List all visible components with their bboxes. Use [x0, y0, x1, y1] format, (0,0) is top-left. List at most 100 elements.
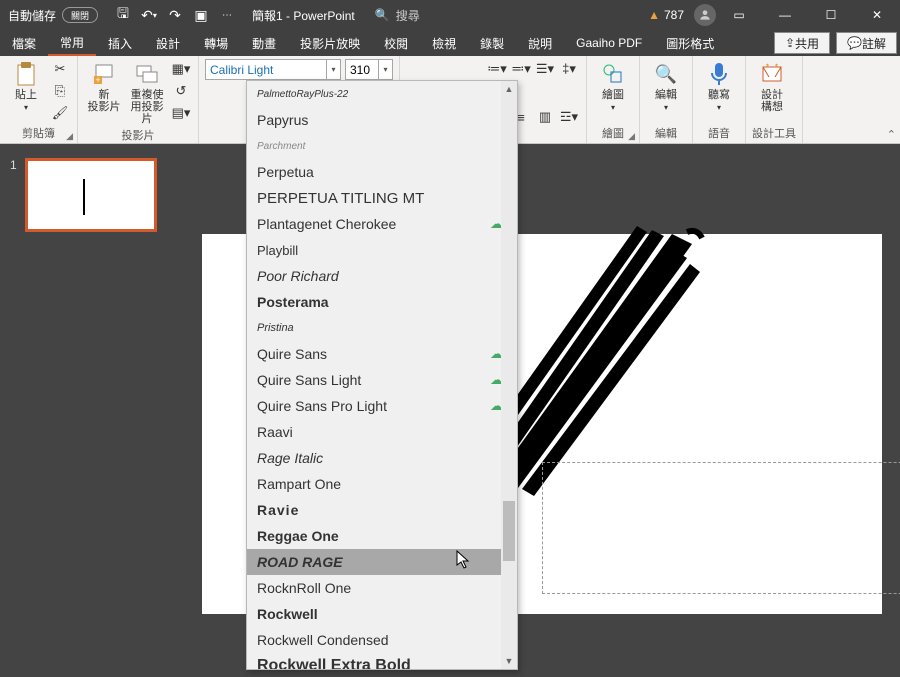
- collapse-ribbon-icon[interactable]: ⌃: [887, 128, 896, 141]
- qat-more-icon[interactable]: ⋯: [216, 4, 238, 26]
- format-painter-icon[interactable]: 🖌: [49, 103, 71, 123]
- start-slideshow-icon[interactable]: ▣: [190, 4, 212, 26]
- account-avatar[interactable]: [694, 4, 716, 26]
- font-option[interactable]: Posterama: [247, 289, 517, 315]
- font-option-label: Quire Sans: [257, 346, 327, 362]
- font-option[interactable]: Rockwell Condensed: [247, 627, 517, 653]
- numbering-icon[interactable]: ≕▾: [510, 59, 532, 79]
- tab-檢視[interactable]: 檢視: [420, 30, 468, 56]
- group-designer: 設計 構想 設計工具: [746, 56, 803, 143]
- drawing-button[interactable]: 繪圖▾: [593, 59, 633, 115]
- scrollbar-thumb[interactable]: [503, 501, 515, 561]
- undo-icon[interactable]: ↶▾: [138, 4, 160, 26]
- font-option[interactable]: Playbill: [247, 237, 517, 263]
- font-option[interactable]: Quire Sans Light☁: [247, 367, 517, 393]
- save-icon[interactable]: 🖫: [112, 4, 134, 26]
- font-option[interactable]: RocknRoll One: [247, 575, 517, 601]
- scroll-up-icon[interactable]: ▲: [501, 81, 517, 97]
- thumbnail-1[interactable]: 1: [10, 158, 170, 232]
- font-name-dropdown[interactable]: ▾: [327, 59, 341, 80]
- ribbon-display-icon[interactable]: ▭: [716, 0, 762, 30]
- section-icon[interactable]: ▤▾: [170, 103, 192, 123]
- tab-校閱[interactable]: 校閱: [372, 30, 420, 56]
- tab-圖形格式[interactable]: 圖形格式: [654, 30, 726, 56]
- font-option-label: Posterama: [257, 294, 329, 310]
- font-option[interactable]: Rockwell: [247, 601, 517, 627]
- font-option[interactable]: Rage Italic: [247, 445, 517, 471]
- font-option-label: Quire Sans Light: [257, 372, 361, 388]
- maximize-button[interactable]: ☐: [808, 0, 854, 30]
- font-option[interactable]: PERPETUA TITLING MT: [247, 185, 517, 211]
- search-box[interactable]: 🔍 搜尋: [375, 7, 420, 24]
- copy-icon[interactable]: ⎘: [49, 81, 71, 101]
- tab-投影片放映[interactable]: 投影片放映: [288, 30, 372, 56]
- font-option[interactable]: Parchment: [247, 133, 517, 159]
- slide-thumbnails: 1: [0, 144, 180, 677]
- font-option[interactable]: Poor Richard: [247, 263, 517, 289]
- indent-icon[interactable]: ☰▾: [534, 59, 556, 79]
- tab-Gaaiho PDF[interactable]: Gaaiho PDF: [564, 30, 654, 56]
- font-option[interactable]: Quire Sans Pro Light☁: [247, 393, 517, 419]
- scrollbar[interactable]: ▲ ▼: [501, 81, 517, 669]
- design-ideas-button[interactable]: 設計 構想: [752, 59, 792, 115]
- font-option[interactable]: Rampart One: [247, 471, 517, 497]
- font-option[interactable]: Perpetua: [247, 159, 517, 185]
- font-option[interactable]: PalmettoRayPlus-22: [247, 81, 517, 107]
- smartart-icon[interactable]: ☲▾: [558, 107, 580, 127]
- text-placeholder[interactable]: [542, 462, 900, 594]
- license-warning[interactable]: ▲ 787: [638, 8, 694, 22]
- font-option[interactable]: Quire Sans☁: [247, 341, 517, 367]
- columns-icon[interactable]: ▥: [534, 107, 556, 127]
- tab-動畫[interactable]: 動畫: [240, 30, 288, 56]
- group-drawing: 繪圖▾ 繪圖 ◢: [587, 56, 640, 143]
- line-spacing-icon[interactable]: ‡▾: [558, 59, 580, 79]
- tab-轉場[interactable]: 轉場: [192, 30, 240, 56]
- tab-錄製[interactable]: 錄製: [468, 30, 516, 56]
- font-option-label: Poor Richard: [257, 268, 339, 284]
- font-option[interactable]: Raavi: [247, 419, 517, 445]
- dictate-button[interactable]: 聽寫▾: [699, 59, 739, 115]
- font-option[interactable]: ROAD RAGE: [247, 549, 517, 575]
- editing-button[interactable]: 🔍 編輯▾: [646, 59, 686, 115]
- font-option[interactable]: Rockwell Extra Bold: [247, 653, 517, 669]
- font-option-label: Parchment: [257, 141, 305, 152]
- redo-icon[interactable]: ↷: [164, 4, 186, 26]
- font-option-label: Ravie: [257, 502, 299, 518]
- share-button[interactable]: ⇪ 共用: [774, 32, 830, 54]
- autosave-toggle[interactable]: 關閉: [62, 7, 98, 23]
- font-option-label: Rockwell Condensed: [257, 632, 389, 648]
- bullets-icon[interactable]: ≔▾: [486, 59, 508, 79]
- close-button[interactable]: ✕: [854, 0, 900, 30]
- layout-icon[interactable]: ▦▾: [170, 59, 192, 79]
- font-option[interactable]: Reggae One: [247, 523, 517, 549]
- font-option-label: Pristina: [257, 322, 294, 334]
- tab-插入[interactable]: 插入: [96, 30, 144, 56]
- font-option-label: Rockwell Extra Bold: [257, 657, 411, 669]
- launcher-icon[interactable]: ◢: [66, 131, 73, 142]
- group-editing: 🔍 編輯▾ 編輯: [640, 56, 693, 143]
- tab-常用[interactable]: 常用: [48, 30, 96, 56]
- group-label-drawing: 繪圖: [602, 128, 624, 140]
- scroll-down-icon[interactable]: ▼: [501, 653, 517, 669]
- launcher-icon[interactable]: ◢: [628, 131, 635, 142]
- font-option[interactable]: Pristina: [247, 315, 517, 341]
- font-name-input[interactable]: [205, 59, 327, 80]
- font-option-label: RocknRoll One: [257, 580, 351, 596]
- reset-icon[interactable]: ↺: [170, 81, 192, 101]
- paste-button[interactable]: 貼上▾: [6, 59, 46, 115]
- font-size-input[interactable]: [345, 59, 379, 80]
- minimize-button[interactable]: ―: [762, 0, 808, 30]
- font-option[interactable]: Papyrus: [247, 107, 517, 133]
- font-option-label: Rampart One: [257, 476, 341, 492]
- tab-說明[interactable]: 說明: [516, 30, 564, 56]
- tab-設計[interactable]: 設計: [144, 30, 192, 56]
- font-option[interactable]: Ravie: [247, 497, 517, 523]
- cut-icon[interactable]: ✂: [49, 59, 71, 79]
- comment-button[interactable]: 💬 註解: [836, 32, 897, 54]
- font-option-label: Reggae One: [257, 528, 339, 544]
- new-slide-button[interactable]: + 新 投影片: [84, 59, 124, 115]
- tab-檔案[interactable]: 檔案: [0, 30, 48, 56]
- font-size-dropdown[interactable]: ▾: [379, 59, 393, 80]
- font-option[interactable]: Plantagenet Cherokee☁: [247, 211, 517, 237]
- reuse-slide-button[interactable]: 重複使 用投影片: [127, 59, 167, 127]
